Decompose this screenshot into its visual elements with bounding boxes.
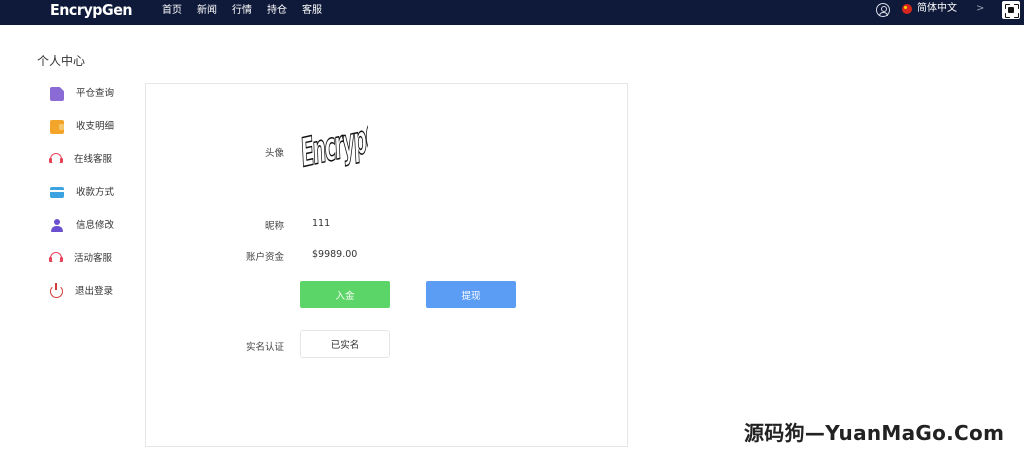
sidebar-item-label: 收款方式 (76, 187, 115, 198)
sidebar-item-label: 在线客服 (74, 154, 113, 165)
sidebar-item-edit-info[interactable]: 信息修改 (50, 218, 140, 251)
nickname-label: 昵称 (264, 221, 284, 232)
sidebar-item-label: 活动客服 (74, 253, 113, 264)
sidebar-item-logout[interactable]: 退出登录 (50, 283, 140, 317)
sidebar-item-label: 退出登录 (75, 286, 114, 297)
profile-panel (145, 83, 628, 447)
headset-icon (49, 252, 63, 264)
sidebar-item-closed-positions[interactable]: 平仓查询 (50, 86, 140, 119)
sidebar: 平仓查询 收支明细 在线客服 收款方式 信息修改 活动客服 退出登录 (49, 86, 140, 317)
nav-news[interactable]: 新闻 (197, 4, 217, 18)
china-flag-icon (902, 4, 912, 14)
avatar[interactable]: EncrypGen (300, 121, 368, 183)
sidebar-item-transactions[interactable]: 收支明细 (50, 119, 140, 152)
sidebar-item-label: 平仓查询 (76, 88, 115, 99)
power-icon (50, 283, 63, 298)
deposit-button[interactable]: 入金 (300, 281, 390, 308)
sidebar-item-payment-methods[interactable]: 收款方式 (50, 185, 140, 218)
wallet-icon (50, 120, 64, 134)
nav-market[interactable]: 行情 (232, 4, 252, 18)
sidebar-item-online-support[interactable]: 在线客服 (49, 152, 140, 185)
page-title: 个人中心 (37, 54, 86, 68)
avatar-logo-text: EncrypGen (300, 121, 368, 177)
headset-icon (49, 153, 63, 165)
user-icon (50, 219, 64, 233)
scan-icon[interactable] (1002, 1, 1020, 19)
main-nav: 首页 新闻 行情 持仓 客服 (162, 4, 337, 18)
sidebar-item-label: 收支明细 (76, 121, 115, 132)
nickname-value: 111 (312, 218, 331, 229)
logo[interactable]: EncrypGen (50, 1, 133, 19)
language-selector[interactable]: 简体中文 (917, 3, 957, 15)
verify-label: 实名认证 (245, 342, 284, 353)
verify-status[interactable]: 已实名 (300, 330, 390, 358)
balance-value: $9989.00 (312, 249, 358, 260)
nav-positions[interactable]: 持仓 (267, 4, 287, 18)
nav-home[interactable]: 首页 (162, 4, 182, 18)
document-icon (50, 87, 64, 101)
card-icon (50, 187, 64, 198)
watermark: 源码狗—YuanMaGo.Com (744, 421, 1005, 445)
chevron-right-icon[interactable]: > (976, 3, 984, 15)
sidebar-item-label: 信息修改 (76, 220, 115, 231)
withdraw-button[interactable]: 提现 (426, 281, 516, 308)
balance-label: 账户资金 (245, 252, 284, 263)
top-navbar: EncrypGen 首页 新闻 行情 持仓 客服 简体中文 > (0, 0, 1024, 25)
nav-support[interactable]: 客服 (302, 4, 322, 18)
sidebar-item-event-support[interactable]: 活动客服 (49, 251, 140, 284)
account-icon[interactable] (876, 3, 890, 17)
avatar-label: 头像 (264, 148, 284, 159)
